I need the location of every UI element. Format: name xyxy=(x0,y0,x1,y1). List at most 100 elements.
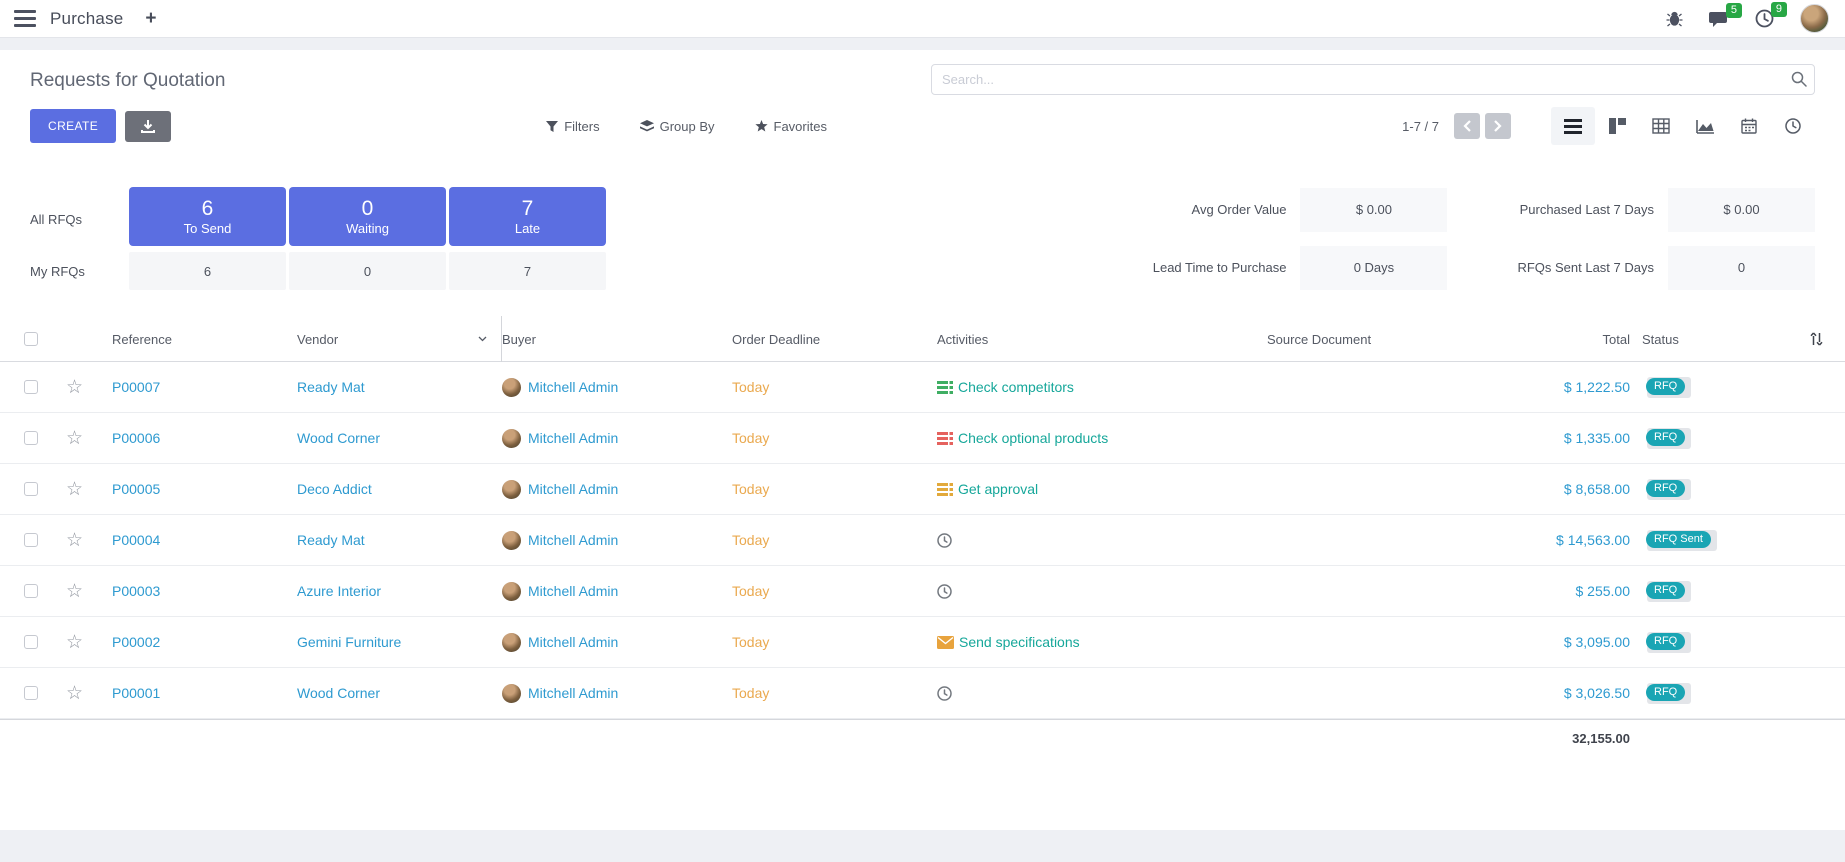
favorites-button[interactable]: Favorites xyxy=(755,119,827,134)
kpi-to-send-button[interactable]: 6 To Send xyxy=(129,187,286,246)
favorite-star-icon[interactable]: ☆ xyxy=(66,632,83,653)
reference-link[interactable]: P00003 xyxy=(112,583,297,599)
optional-columns-icon[interactable] xyxy=(1810,332,1823,346)
row-checkbox[interactable] xyxy=(24,380,38,394)
filters-button[interactable]: Filters xyxy=(546,119,599,134)
vendor-link[interactable]: Ready Mat xyxy=(297,379,502,395)
kpi-my-waiting[interactable]: 0 xyxy=(289,252,446,290)
favorite-star-icon[interactable]: ☆ xyxy=(66,377,83,398)
view-graph-button[interactable] xyxy=(1683,107,1727,145)
column-header-activities[interactable]: Activities xyxy=(937,332,1267,347)
buyer-cell[interactable]: Mitchell Admin xyxy=(502,429,732,448)
schedule-activity-clock-icon[interactable] xyxy=(937,686,952,701)
schedule-activity-clock-icon[interactable] xyxy=(937,584,952,599)
row-checkbox[interactable] xyxy=(24,686,38,700)
debug-bug-icon[interactable] xyxy=(1666,11,1683,27)
create-button[interactable]: CREATE xyxy=(30,109,116,143)
favorite-star-icon[interactable]: ☆ xyxy=(66,683,83,704)
select-all-checkbox[interactable] xyxy=(24,332,38,346)
reference-link[interactable]: P00007 xyxy=(112,379,297,395)
vendor-link[interactable]: Azure Interior xyxy=(297,583,502,599)
export-button[interactable] xyxy=(125,111,171,142)
column-header-source-document[interactable]: Source Document xyxy=(1267,332,1517,347)
column-header-order-deadline[interactable]: Order Deadline xyxy=(732,332,937,347)
reference-link[interactable]: P00005 xyxy=(112,481,297,497)
new-tab-plus-button[interactable]: + xyxy=(145,8,156,30)
messages-icon[interactable]: 5 xyxy=(1709,10,1729,28)
activity-cell[interactable] xyxy=(937,686,1267,701)
view-list-button[interactable] xyxy=(1551,107,1595,145)
reference-link[interactable]: P00006 xyxy=(112,430,297,446)
favorite-star-icon[interactable]: ☆ xyxy=(66,581,83,602)
schedule-activity-clock-icon[interactable] xyxy=(937,533,952,548)
view-calendar-button[interactable] xyxy=(1727,107,1771,145)
activity-cell[interactable] xyxy=(937,533,1267,548)
table-row[interactable]: ☆ P00005 Deco Addict Mitchell Admin Toda… xyxy=(0,464,1845,515)
row-checkbox[interactable] xyxy=(24,482,38,496)
buyer-cell[interactable]: Mitchell Admin xyxy=(502,633,732,652)
stat-avg-order-value[interactable]: $ 0.00 xyxy=(1300,188,1447,232)
vendor-link[interactable]: Deco Addict xyxy=(297,481,502,497)
search-icon[interactable] xyxy=(1791,71,1807,87)
vendor-link[interactable]: Wood Corner xyxy=(297,685,502,701)
activities-clock-icon[interactable]: 9 xyxy=(1755,9,1774,28)
table-row[interactable]: ☆ P00006 Wood Corner Mitchell Admin Toda… xyxy=(0,413,1845,464)
column-header-status[interactable]: Status xyxy=(1642,332,1782,347)
table-row[interactable]: ☆ P00003 Azure Interior Mitchell Admin T… xyxy=(0,566,1845,617)
search-input[interactable] xyxy=(931,64,1815,95)
pager-previous-button[interactable] xyxy=(1454,113,1480,139)
table-row[interactable]: ☆ P00004 Ready Mat Mitchell Admin Today … xyxy=(0,515,1845,566)
buyer-cell[interactable]: Mitchell Admin xyxy=(502,378,732,397)
kpi-waiting-button[interactable]: 0 Waiting xyxy=(289,187,446,246)
table-row[interactable]: ☆ P00001 Wood Corner Mitchell Admin Toda… xyxy=(0,668,1845,719)
order-deadline-cell: Today xyxy=(732,430,937,446)
vendor-link[interactable]: Wood Corner xyxy=(297,430,502,446)
buyer-cell[interactable]: Mitchell Admin xyxy=(502,480,732,499)
view-kanban-button[interactable] xyxy=(1595,107,1639,145)
pager-next-button[interactable] xyxy=(1485,113,1511,139)
stat-lead-time[interactable]: 0 Days xyxy=(1300,246,1447,290)
row-checkbox[interactable] xyxy=(24,635,38,649)
group-by-button[interactable]: Group By xyxy=(640,119,715,134)
order-deadline-cell: Today xyxy=(732,583,937,599)
view-activity-button[interactable] xyxy=(1771,107,1815,145)
calendar-view-icon xyxy=(1741,118,1757,134)
activity-cell[interactable] xyxy=(937,584,1267,599)
view-pivot-button[interactable] xyxy=(1639,107,1683,145)
row-checkbox[interactable] xyxy=(24,431,38,445)
kpi-my-late[interactable]: 7 xyxy=(449,252,606,290)
favorite-star-icon[interactable]: ☆ xyxy=(66,479,83,500)
app-name[interactable]: Purchase xyxy=(50,9,123,29)
stat-purchased-7d[interactable]: $ 0.00 xyxy=(1668,188,1815,232)
buyer-cell[interactable]: Mitchell Admin xyxy=(502,582,732,601)
buyer-cell[interactable]: Mitchell Admin xyxy=(502,684,732,703)
favorite-star-icon[interactable]: ☆ xyxy=(66,530,83,551)
row-checkbox[interactable] xyxy=(24,584,38,598)
column-header-vendor[interactable]: Vendor xyxy=(297,316,502,362)
user-avatar[interactable] xyxy=(1800,4,1829,33)
chevron-down-icon[interactable] xyxy=(478,336,487,342)
kpi-my-to-send[interactable]: 6 xyxy=(129,252,286,290)
column-header-total[interactable]: Total xyxy=(1517,332,1642,347)
stat-rfqs-sent-7d[interactable]: 0 xyxy=(1668,246,1815,290)
vendor-link[interactable]: Ready Mat xyxy=(297,532,502,548)
activity-cell[interactable]: Check optional products xyxy=(937,430,1267,446)
favorite-star-icon[interactable]: ☆ xyxy=(66,428,83,449)
table-row[interactable]: ☆ P00007 Ready Mat Mitchell Admin Today … xyxy=(0,362,1845,413)
reference-link[interactable]: P00004 xyxy=(112,532,297,548)
kpi-late-button[interactable]: 7 Late xyxy=(449,187,606,246)
table-row[interactable]: ☆ P00002 Gemini Furniture Mitchell Admin… xyxy=(0,617,1845,668)
apps-menu-icon[interactable] xyxy=(14,10,36,27)
reference-link[interactable]: P00002 xyxy=(112,634,297,650)
activity-cell[interactable]: Get approval xyxy=(937,481,1267,497)
reference-link[interactable]: P00001 xyxy=(112,685,297,701)
buyer-cell[interactable]: Mitchell Admin xyxy=(502,531,732,550)
column-header-buyer[interactable]: Buyer xyxy=(502,332,732,347)
page-footer xyxy=(0,830,1845,854)
column-header-reference[interactable]: Reference xyxy=(112,332,297,347)
row-checkbox[interactable] xyxy=(24,533,38,547)
layers-icon xyxy=(640,120,654,132)
activity-cell[interactable]: Check competitors xyxy=(937,379,1267,395)
activity-cell[interactable]: Send specifications xyxy=(937,634,1267,650)
vendor-link[interactable]: Gemini Furniture xyxy=(297,634,502,650)
